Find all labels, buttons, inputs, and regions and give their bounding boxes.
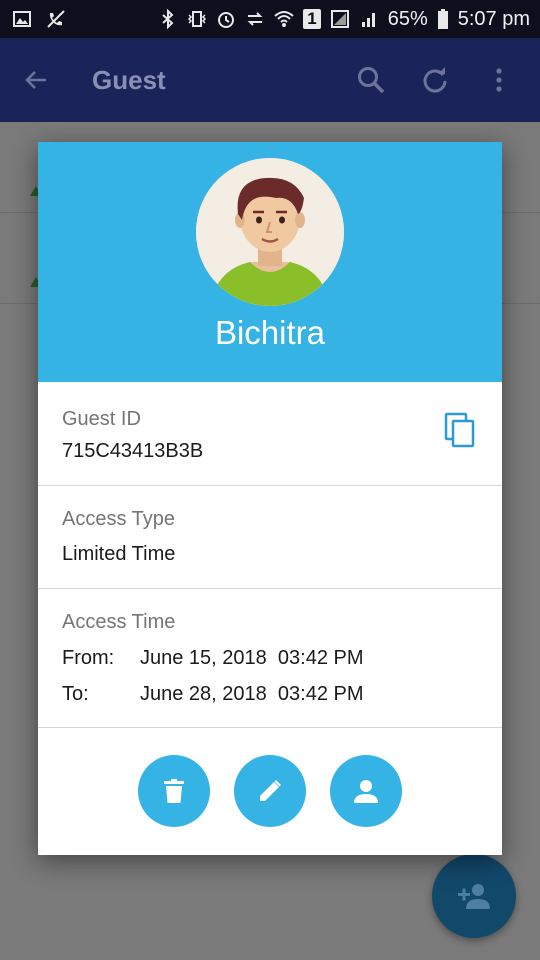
more-vert-icon[interactable] [484, 65, 514, 95]
access-to-row: To: June 28, 2018 03:42 PM [62, 683, 364, 706]
guest-detail-dialog: Bichitra Guest ID 715C43413B3B Access Ty… [38, 142, 502, 855]
dialog-actions [38, 728, 502, 854]
delete-button[interactable] [138, 755, 210, 827]
edit-button[interactable] [234, 755, 306, 827]
guest-name: Bichitra [214, 314, 326, 351]
access-time-label: Access Time [62, 611, 176, 633]
back-arrow-icon[interactable] [24, 68, 48, 92]
copy-icon[interactable] [444, 412, 476, 448]
delete-icon [164, 779, 184, 803]
vibrate-icon [188, 11, 207, 27]
add-person-icon [458, 884, 490, 909]
guest-id-value: 715C43413B3B [62, 440, 204, 462]
app-toolbar: Guest [0, 38, 540, 122]
refresh-icon[interactable] [420, 65, 450, 95]
edit-icon [260, 780, 281, 801]
avatar-illustration-icon [196, 158, 344, 306]
data-transfer-icon [247, 12, 263, 26]
sim-slot-label: 1 [303, 9, 321, 29]
bluetooth-icon [162, 9, 174, 29]
guest-id-label: Guest ID [62, 408, 141, 430]
to-value: June 28, 2018 03:42 PM [140, 683, 364, 705]
battery-icon [437, 9, 448, 29]
to-label: To: [62, 683, 89, 705]
guest-profile-button[interactable] [330, 755, 402, 827]
guest-id-section: Guest ID 715C43413B3B [38, 382, 502, 486]
avatar [196, 158, 344, 306]
sim-icon [330, 10, 349, 28]
page-title: Guest [92, 64, 166, 95]
wifi-icon [274, 11, 294, 27]
add-guest-button[interactable] [432, 854, 516, 938]
mute-call-icon [47, 10, 65, 28]
access-type-section: Access Type Limited Time [38, 486, 502, 589]
access-type-label: Access Type [62, 508, 176, 530]
from-label: From: [62, 647, 115, 669]
access-time-section: Access Time From: June 15, 2018 03:42 PM … [38, 589, 502, 728]
status-bar: 1 65% 5:07 pm [0, 0, 540, 38]
image-icon [13, 11, 31, 27]
access-from-row: From: June 15, 2018 03:42 PM [62, 647, 364, 670]
battery-percent: 65% [387, 7, 428, 30]
dialog-header: Bichitra [38, 142, 502, 382]
signal-icon [361, 13, 375, 27]
search-icon[interactable] [356, 65, 386, 95]
alarm-icon [218, 12, 235, 28]
from-value: June 15, 2018 03:42 PM [140, 647, 364, 669]
person-icon [354, 780, 378, 803]
access-type-value: Limited Time [62, 543, 176, 565]
clock: 5:07 pm [457, 7, 530, 30]
